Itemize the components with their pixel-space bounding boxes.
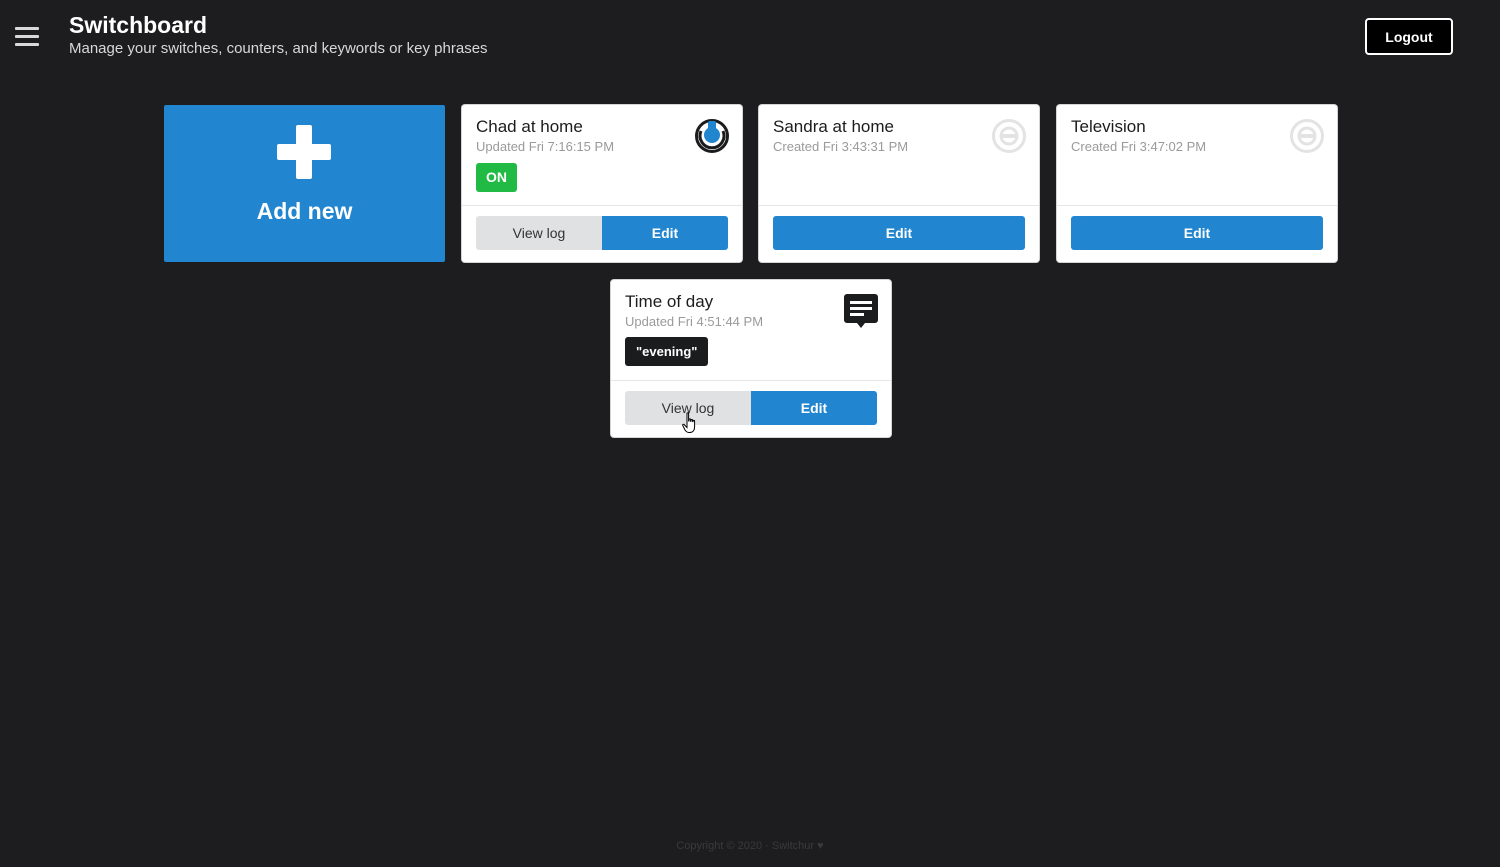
menu-bar (15, 43, 39, 46)
card-divider (1057, 205, 1337, 206)
switch-off-icon[interactable] (991, 118, 1027, 154)
keyword-message-icon[interactable] (843, 293, 879, 329)
edit-button[interactable]: Edit (773, 216, 1025, 250)
page-title: Switchboard (69, 12, 208, 38)
card-divider (759, 205, 1039, 206)
menu-bar (15, 35, 39, 38)
card-title: Chad at home (476, 117, 583, 136)
card-timestamp: Updated Fri 7:16:15 PM (476, 139, 615, 154)
card-actions: Edit (773, 216, 1025, 250)
card-divider (611, 380, 891, 381)
card-title: Sandra at home (773, 117, 894, 136)
view-log-button[interactable]: View log (625, 391, 751, 425)
hamburger-menu-icon[interactable] (15, 26, 39, 47)
card-timestamp: Updated Fri 4:51:44 PM (625, 314, 764, 329)
card-actions: View log Edit (625, 391, 877, 425)
switch-card-chad-at-home: Chad at home Updated Fri 7:16:15 PM ON V… (462, 105, 742, 262)
card-actions: View log Edit (476, 216, 728, 250)
menu-bar (15, 27, 39, 30)
edit-button[interactable]: Edit (1071, 216, 1323, 250)
card-title: Time of day (625, 292, 714, 311)
status-badge: ON (476, 163, 517, 192)
add-new-button[interactable]: Add new (164, 105, 445, 262)
edit-button[interactable]: Edit (751, 391, 877, 425)
footer-copyright: Copyright © 2020 · Switchur ♥ (676, 840, 824, 852)
edit-button[interactable]: Edit (602, 216, 728, 250)
add-new-label: Add new (256, 198, 353, 224)
switch-card-television: Television Created Fri 3:47:02 PM Edit (1057, 105, 1337, 262)
card-actions: Edit (1071, 216, 1323, 250)
plus-icon (277, 125, 331, 179)
card-timestamp: Created Fri 3:43:31 PM (773, 139, 909, 154)
card-divider (462, 205, 742, 206)
switch-card-sandra-at-home: Sandra at home Created Fri 3:43:31 PM Ed… (759, 105, 1039, 262)
keyword-card-time-of-day: Time of day Updated Fri 4:51:44 PM "even… (611, 280, 891, 437)
page-subtitle: Manage your switches, counters, and keyw… (69, 40, 488, 57)
card-timestamp: Created Fri 3:47:02 PM (1071, 139, 1207, 154)
card-title: Television (1071, 117, 1146, 136)
keyword-badge: "evening" (625, 337, 709, 366)
logout-button[interactable]: Logout (1365, 18, 1453, 55)
switch-on-icon[interactable] (694, 118, 730, 154)
view-log-button[interactable]: View log (476, 216, 602, 250)
switch-off-icon[interactable] (1289, 118, 1325, 154)
